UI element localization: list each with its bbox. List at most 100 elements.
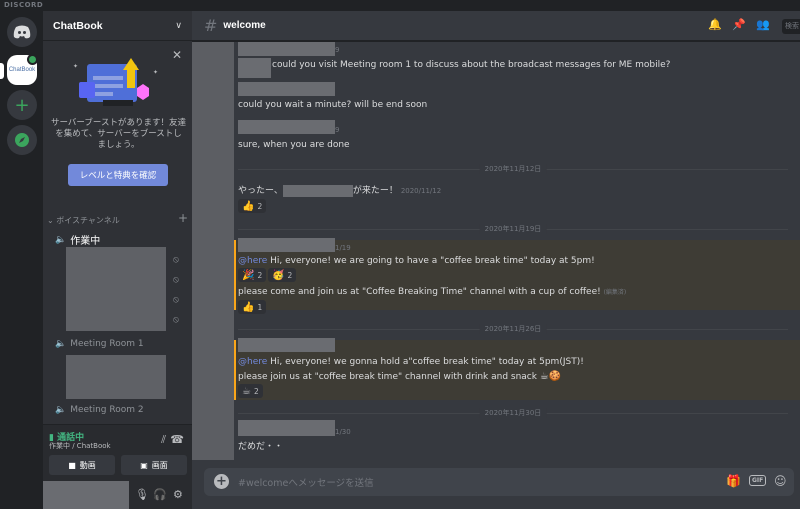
muted-icon: ⦸ [173,275,179,285]
reaction[interactable]: 🥳 2 [268,268,297,282]
mute-mic-icon[interactable]: 🎙 [135,488,149,501]
message-input[interactable]: + #welcomeへメッセージを送信 🎁 GIF ☺ [204,468,794,496]
bell-icon[interactable]: 🔔 [708,18,722,31]
muted-icon: ⦸ [173,315,179,325]
title-bar: DISCORD [0,0,800,11]
redacted-username [238,82,335,96]
reaction[interactable]: 👍 2 [238,199,267,213]
date-divider-label: 2020年11月12日 [479,164,547,174]
headphones-icon[interactable]: 🎧 [153,488,167,501]
party-face-icon: 🥳 [272,269,285,281]
voice-channel-meeting-room-1[interactable]: 🔈 Meeting Room 1 [55,339,144,349]
voice-channel-label: Meeting Room 1 [70,339,144,349]
speaker-icon: 🔈 [55,339,67,349]
message-row: please join us at "coffee break time" ch… [238,371,561,382]
reaction-count: 2 [253,386,259,396]
composer-area: + #welcomeへメッセージを送信 🎁 GIF ☺ [192,460,800,509]
attach-plus-icon[interactable]: + [214,474,229,489]
speaker-icon: 🔈 [55,405,67,415]
emoji-icon[interactable]: ☺ [774,474,787,488]
gift-icon[interactable]: 🎁 [726,474,741,488]
search-input[interactable]: 検索 [782,19,800,34]
message-timestamp: 2020/11/12 [400,187,442,195]
disconnect-icon[interactable]: ☎ [170,433,184,446]
message-text: Hi, everyone! we gonna hold a"coffee bre… [270,357,584,367]
noise-suppression-icon[interactable]: ⫽ [161,433,166,447]
voice-category-label: ボイスチャンネル [56,216,120,225]
hash-icon: # [204,16,218,35]
selected-pill [0,63,4,79]
user-panel: 🎙 🎧 ⚙ [43,481,192,509]
message-text: やったー、 [238,186,283,196]
reaction-count: 2 [257,270,263,280]
here-mention[interactable]: @here [238,256,267,266]
voice-category[interactable]: ⌄ ボイスチャンネル + [47,211,188,226]
message-text: だめだ・・ [238,442,284,452]
svg-text:✦: ✦ [73,63,78,70]
date-divider: 2020年11月12日 [238,164,788,174]
message-timestamp: 9 [335,126,340,134]
message-row: @here Hi, everyone! we are going to have… [238,256,595,266]
message-timestamp: 1/19 [335,244,351,252]
date-divider-label: 2020年11月19日 [479,224,547,234]
boost-perks-button[interactable]: レベルと特典を確認 [68,164,168,186]
channel-sidebar: ChatBook ∨ ✕ ✦ ✦ サーバーブーストがあります！友達を集めて、サー… [43,11,192,481]
pin-icon[interactable]: 📌 [732,18,746,31]
participant-tile [66,355,166,399]
voice-channel-label: 作業中 [70,236,101,247]
redacted-username [238,420,335,436]
chevron-down-icon: ∨ [175,20,182,31]
svg-text:✦: ✦ [153,69,158,76]
server-header[interactable]: ChatBook ∨ [43,11,192,41]
muted-icon: ⦸ [173,295,179,305]
coffee-icon: ☕ [242,385,251,397]
date-divider: 2020年11月30日 [238,408,788,418]
avatar[interactable] [43,481,129,509]
here-mention[interactable]: @here [238,357,267,367]
app-logo: DISCORD [4,1,44,9]
reaction[interactable]: 🎉 2 [238,268,267,282]
message-row: @here Hi, everyone! we gonna hold a"coff… [238,357,584,367]
message-text: could you wait a minute? will be end soo… [238,100,428,110]
screen-share-button[interactable]: ▣ 画面 [121,455,187,475]
redacted-mention [238,58,271,78]
server-rail: ChatBook + [0,11,43,509]
add-server-button[interactable]: + [7,90,37,120]
home-button[interactable] [7,17,37,47]
reaction-count: 2 [287,270,293,280]
message-text: could you visit Meeting room 1 to discus… [272,60,671,70]
date-divider-label: 2020年11月26日 [479,324,547,334]
close-icon[interactable]: ✕ [172,48,182,62]
screen-icon: ▣ [140,460,148,470]
voice-channel-meeting-room-2[interactable]: 🔈 Meeting Room 2 [55,405,144,415]
members-icon[interactable]: 👥 [756,18,770,31]
reaction[interactable]: 👍 1 [238,300,267,314]
explore-servers-button[interactable] [7,125,37,155]
video-button[interactable]: ■ 動画 [49,455,115,475]
muted-icon: ⦸ [173,255,179,265]
redacted-mention [282,184,353,197]
voice-channel-working[interactable]: 🔈 作業中 [55,232,101,248]
message-text: が来たー！ [352,186,398,196]
date-divider-label: 2020年11月30日 [479,408,547,418]
server-chatbook-label: ChatBook [8,67,36,73]
add-channel-icon[interactable]: + [178,211,188,226]
redacted-username [238,338,335,352]
channel-header: # welcome 🔔 📌 👥 検索 [192,11,800,41]
date-divider: 2020年11月26日 [238,324,788,334]
gif-button[interactable]: GIF [749,475,767,486]
channel-name: welcome [223,20,266,31]
reaction[interactable]: ☕ 2 [238,384,263,398]
boost-text: サーバーブーストがあります！友達を集めて、サーバーをブーストしましょう。 [51,118,186,150]
message-row: please come and join us at "Coffee Break… [238,287,626,297]
compass-icon [15,133,29,147]
boost-banner: ✕ ✦ ✦ サーバーブーストがあります！友達を集めて、サーバーをブーストしましょ… [43,42,192,197]
voice-active-badge [27,54,38,65]
screen-button-label: 画面 [151,460,168,470]
voice-connected-panel: ▮ 通話中 作業中 / ChatBook ⫽ ☎ ■ 動画 ▣ 画面 [43,424,192,481]
message-row: やったー、 が来たー！ 2020/11/12 [238,183,441,197]
redacted-username [238,42,335,56]
voice-channel-label: Meeting Room 2 [70,405,144,415]
cookie-icon: 🍪 [548,371,562,382]
gear-icon[interactable]: ⚙ [173,488,183,501]
